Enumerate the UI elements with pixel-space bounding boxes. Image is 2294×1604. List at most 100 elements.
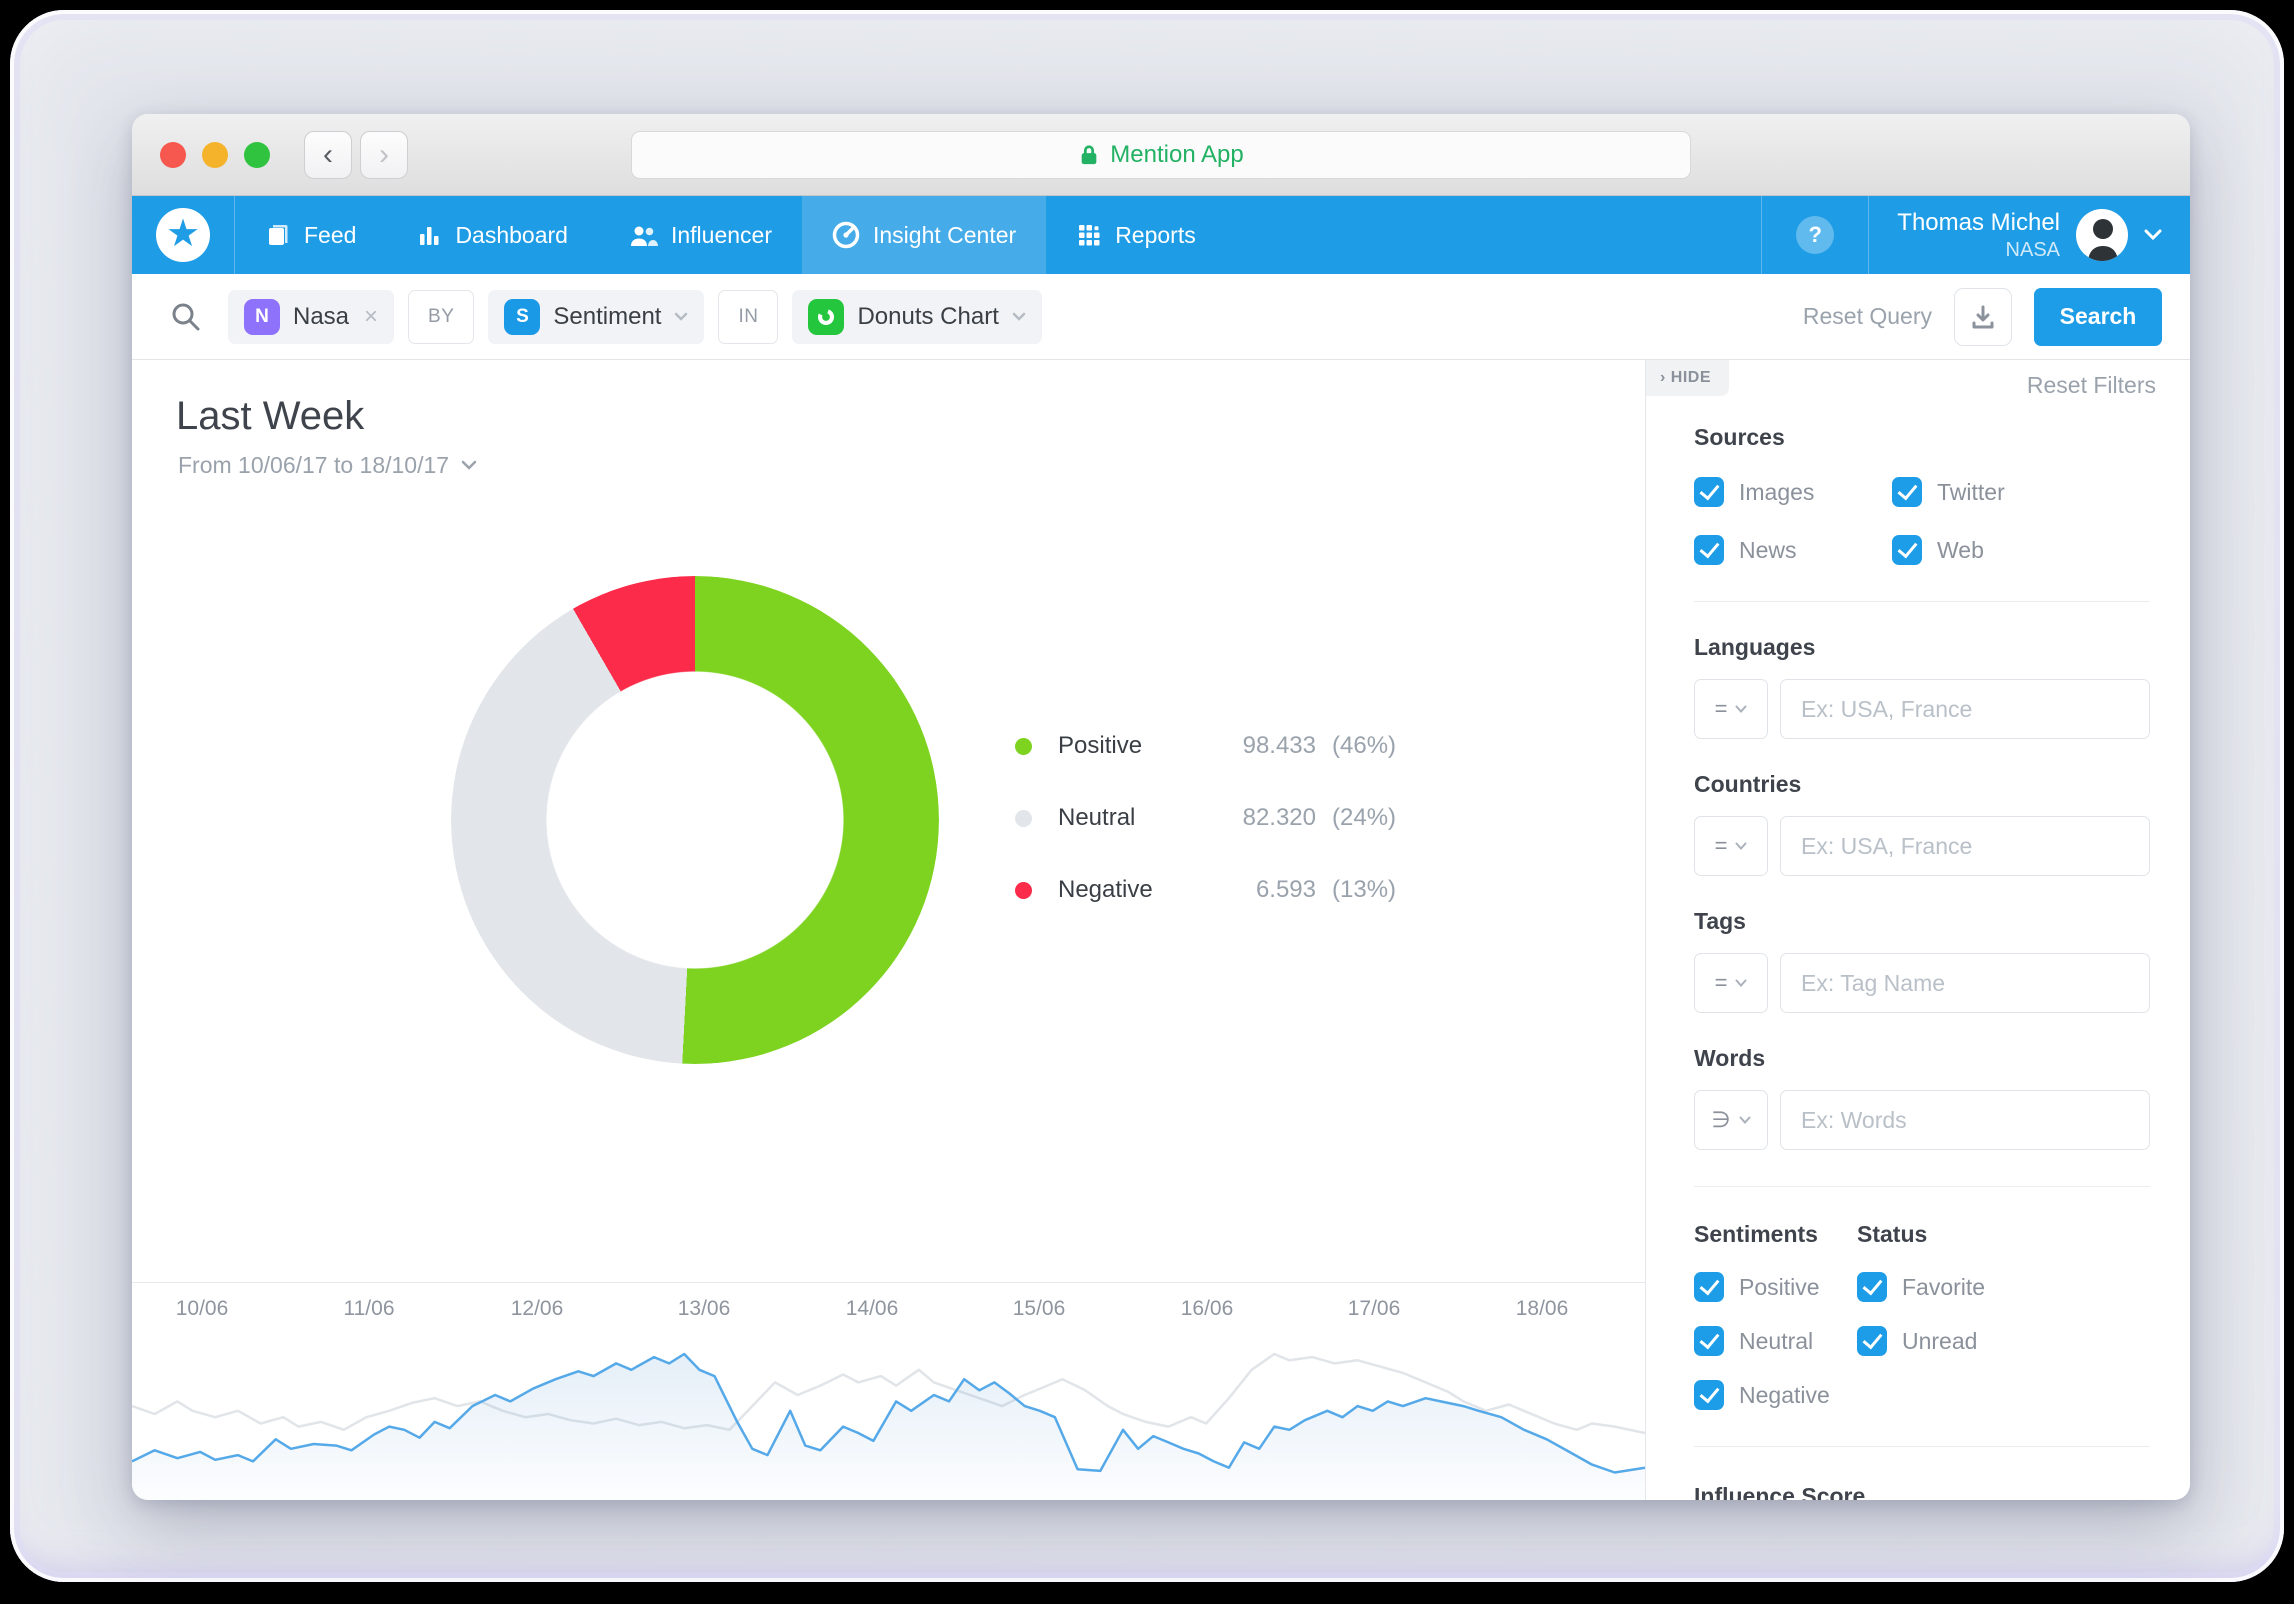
nav-item-dashboard[interactable]: Dashboard — [386, 196, 598, 274]
checkbox-icon — [1694, 477, 1724, 507]
legend-row-neutral[interactable]: Neutral 82.320 (24%) — [1015, 804, 1396, 832]
minimize-window-button[interactable] — [202, 141, 228, 168]
chevron-down-icon — [461, 460, 477, 470]
chevron-down-icon — [1739, 1116, 1751, 1124]
checkbox-news[interactable]: News — [1694, 535, 1892, 565]
hide-filters-button[interactable]: › HIDE — [1646, 360, 1730, 396]
query-operator-in: IN — [718, 289, 779, 344]
checkbox-images[interactable]: Images — [1694, 477, 1892, 507]
help-button[interactable]: ? — [1796, 216, 1835, 254]
query-chip-dimension[interactable]: S Sentiment — [488, 289, 705, 344]
chevron-down-icon — [1735, 705, 1747, 713]
words-operator-select[interactable]: ∋ — [1694, 1090, 1768, 1150]
checkbox-icon — [1892, 477, 1922, 507]
status-title: Status — [1857, 1221, 1928, 1247]
gauge-icon — [832, 221, 860, 249]
checkbox-favorite[interactable]: Favorite — [1857, 1272, 2150, 1302]
zoom-window-button[interactable] — [244, 141, 270, 168]
chevron-down-icon — [2144, 229, 2162, 241]
browser-titlebar: ‹ › Mention App — [132, 114, 2190, 196]
checkbox-icon — [1694, 535, 1724, 565]
countries-title: Countries — [1694, 771, 1802, 797]
people-icon — [630, 226, 658, 246]
alert-badge: N — [244, 298, 280, 335]
user-org: NASA — [2005, 238, 2060, 261]
legend-row-negative[interactable]: Negative 6.593 (13%) — [1015, 876, 1396, 904]
sentiment-donut-chart — [451, 576, 939, 1064]
checkbox-twitter[interactable]: Twitter — [1892, 477, 2150, 507]
words-input[interactable] — [1780, 1090, 2150, 1150]
donut-legend: Positive 98.433 (46%) Neutral 82.320 (24… — [1015, 732, 1396, 948]
tags-title: Tags — [1694, 908, 1746, 934]
sidebar-divider — [1694, 601, 2150, 602]
remove-chip-icon[interactable]: × — [364, 303, 378, 331]
checkbox-icon — [1694, 1380, 1724, 1410]
page-title: Mention App — [1110, 141, 1244, 168]
neutral-dot-icon — [1015, 809, 1032, 827]
search-button[interactable]: Search — [2034, 287, 2162, 346]
countries-input[interactable] — [1780, 816, 2150, 876]
nav-item-influencer[interactable]: Influencer — [598, 196, 802, 274]
dimension-badge: S — [504, 298, 541, 335]
languages-title: Languages — [1694, 634, 1816, 660]
bar-chart-icon — [420, 227, 439, 245]
date-range-selector[interactable]: From 10/06/17 to 18/10/17 — [178, 452, 477, 479]
insight-panel: Last Week From 10/06/17 to 18/10/17 Posi… — [132, 360, 1645, 1500]
close-window-button[interactable] — [160, 141, 186, 168]
user-menu[interactable]: Thomas Michel NASA — [1869, 196, 2190, 274]
checkbox-positive[interactable]: Positive — [1694, 1272, 1857, 1302]
desktop-frame: ‹ › Mention App ★ Feed Dashboard Influen… — [10, 10, 2284, 1582]
avatar — [2076, 209, 2128, 261]
checkbox-negative[interactable]: Negative — [1694, 1380, 1857, 1410]
screenshot-stage: ‹ › Mention App ★ Feed Dashboard Influen… — [0, 0, 2294, 1604]
languages-operator-select[interactable]: = — [1694, 679, 1768, 739]
checkbox-unread[interactable]: Unread — [1857, 1326, 2150, 1356]
chevron-down-icon — [1735, 979, 1747, 987]
checkbox-icon — [1857, 1272, 1887, 1302]
nav-item-insight-center[interactable]: Insight Center — [801, 196, 1047, 274]
checkbox-icon — [1857, 1326, 1887, 1356]
app-navbar: ★ Feed Dashboard Influencer Insight Cent… — [132, 196, 2190, 274]
words-title: Words — [1694, 1045, 1766, 1071]
checkbox-icon — [1892, 535, 1922, 565]
browser-forward-button[interactable]: › — [360, 130, 408, 179]
checkbox-icon — [1694, 1272, 1724, 1302]
star-icon: ★ — [165, 212, 201, 255]
reset-query-link[interactable]: Reset Query — [1803, 303, 1932, 330]
tags-operator-select[interactable]: = — [1694, 953, 1768, 1013]
checkbox-icon — [1694, 1326, 1724, 1356]
query-operator-by: BY — [408, 289, 475, 344]
browser-back-button[interactable]: ‹ — [304, 130, 352, 179]
donut-chart-badge — [808, 298, 845, 335]
legend-row-positive[interactable]: Positive 98.433 (46%) — [1015, 732, 1396, 760]
person-silhouette-icon — [2088, 219, 2118, 261]
mention-logo[interactable]: ★ — [156, 208, 210, 262]
reset-filters-link[interactable]: Reset Filters — [2027, 372, 2156, 399]
checkbox-web[interactable]: Web — [1892, 535, 2150, 565]
mentions-line-chart — [132, 1352, 1645, 1500]
panel-title: Last Week — [176, 394, 365, 438]
timeline-axis: 10/06 11/06 12/06 13/06 14/06 15/06 16/0… — [175, 1297, 1569, 1320]
lock-icon — [1081, 145, 1097, 165]
download-icon — [1972, 305, 1994, 328]
query-bar: N Nasa × BY S Sentiment IN Donuts Chart … — [132, 274, 2190, 360]
grid-icon — [1079, 225, 1100, 246]
languages-input[interactable] — [1780, 679, 2150, 739]
address-bar[interactable]: Mention App — [631, 131, 1691, 179]
sources-title: Sources — [1694, 424, 1785, 450]
tags-input[interactable] — [1780, 953, 2150, 1013]
nav-item-reports[interactable]: Reports — [1046, 196, 1226, 274]
query-chip-alert[interactable]: N Nasa × — [228, 289, 395, 344]
browser-window: ‹ › Mention App ★ Feed Dashboard Influen… — [132, 114, 2190, 1500]
download-button[interactable] — [1954, 287, 2012, 346]
checkbox-neutral[interactable]: Neutral — [1694, 1326, 1857, 1356]
timeline-section: 10/06 11/06 12/06 13/06 14/06 15/06 16/0… — [132, 1282, 1645, 1500]
countries-operator-select[interactable]: = — [1694, 816, 1768, 876]
nav-item-feed[interactable]: Feed — [235, 196, 386, 274]
query-chip-chart-type[interactable]: Donuts Chart — [792, 289, 1042, 344]
donut-icon — [818, 308, 835, 325]
chevron-down-icon[interactable] — [1012, 312, 1026, 322]
chevron-down-icon[interactable] — [674, 312, 688, 322]
traffic-lights — [160, 141, 270, 168]
negative-dot-icon — [1015, 881, 1032, 899]
